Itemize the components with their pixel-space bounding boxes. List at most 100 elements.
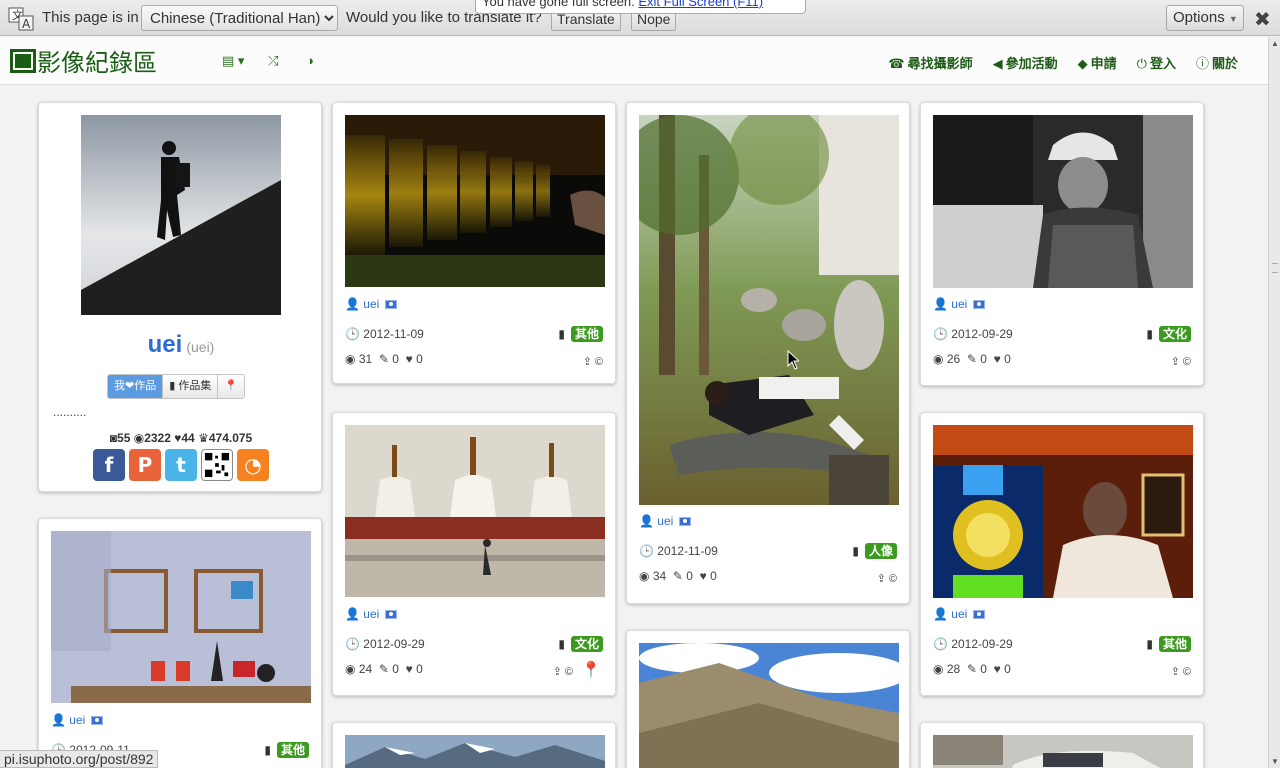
post-photo[interactable]	[345, 425, 605, 597]
qr-code-icon[interactable]	[201, 449, 233, 481]
post-photo[interactable]	[345, 735, 605, 768]
user-icon: 👤	[933, 607, 948, 621]
clock-icon: 🕒	[933, 636, 948, 651]
shuffle-icon[interactable]: ⤮	[268, 53, 278, 69]
post-photo[interactable]	[933, 425, 1193, 598]
post-photo[interactable]	[639, 643, 899, 768]
post-photo[interactable]	[933, 735, 1193, 768]
category-badge[interactable]: 文化	[1158, 326, 1191, 342]
bookmark-icon[interactable]: ▮	[558, 327, 565, 341]
rss-icon[interactable]: ◔	[237, 449, 269, 481]
eye-icon: ◉	[345, 352, 356, 366]
post-photo[interactable]	[345, 115, 605, 287]
heart-icon: ♥	[993, 352, 1001, 366]
profile-stats: ◙55 ◉2322 ♥44 ♛474.075	[109, 431, 253, 445]
post-author: 👤 uei	[639, 514, 692, 528]
facebook-icon[interactable]: f	[93, 449, 125, 481]
bookmark-icon[interactable]: ▮	[1146, 327, 1153, 341]
share-icon[interactable]: ⇪ ©	[553, 665, 573, 678]
post-date-row: 🕒 2012-09-29 ▮ 文化	[933, 325, 1191, 342]
post-card[interactable]: 👤 uei 🕒 2012-11-09 ▮ 其他 ◉ 31 ✎ 0 ♥ 0 ⇪ ©	[332, 102, 616, 384]
clock-icon: 🕒	[933, 326, 948, 341]
bookmark-icon[interactable]: ▮	[1146, 637, 1153, 651]
language-select[interactable]: Chinese (Traditional Han)	[141, 5, 338, 31]
share-icon[interactable]: ⇪ ©	[1171, 355, 1191, 368]
post-card[interactable]: 👤 uei 🕒 2012-09-29 ▮ 其他 ◉ 28 ✎ 0 ♥ 0 ⇪ ©	[920, 412, 1204, 696]
status-bar-url: pi.isuphoto.org/post/892	[0, 750, 159, 768]
category-badge[interactable]: 其他	[570, 326, 603, 342]
heart-icon: ♥	[993, 662, 1001, 676]
bookmark-icon[interactable]: ▮	[852, 544, 859, 558]
nav-join-event[interactable]: ◀ 參加活動	[993, 53, 1058, 72]
close-icon[interactable]: ✖	[1254, 7, 1271, 32]
tab-works[interactable]: 我❤作品	[108, 375, 164, 398]
book-icon: ▮	[169, 380, 179, 392]
social-links: f P t ◔	[93, 449, 269, 481]
category-badge[interactable]: 其他	[276, 742, 309, 758]
category-badge[interactable]: 文化	[570, 636, 603, 652]
user-icon: 👤	[51, 713, 66, 727]
avatar[interactable]	[81, 115, 281, 315]
map-pin-icon[interactable]: 📍	[581, 660, 601, 680]
category-badge[interactable]: 人像	[864, 543, 897, 559]
bookmark-icon[interactable]: ▮	[264, 743, 271, 757]
scroll-down-icon[interactable]: ▼	[1271, 757, 1279, 766]
camera-icon: ◙	[109, 431, 118, 445]
options-button[interactable]: Options ▼	[1166, 5, 1244, 31]
heart-icon: ♥	[405, 352, 413, 366]
film-menu-icon[interactable]: ▤ ▾	[222, 53, 244, 69]
camera-icon: ☎	[888, 57, 905, 72]
tab-albums[interactable]: ▮ 作品集	[163, 375, 219, 398]
post-card[interactable]: 👤 uei 🕒 2012-09-29 ▮ 文化 ◉ 24 ✎ 0 ♥ 0 ⇪ © …	[332, 412, 616, 696]
clock-icon: 🕒	[345, 326, 360, 341]
plurk-icon[interactable]: P	[129, 449, 161, 481]
bookmark-icon[interactable]: ▮	[558, 637, 565, 651]
exit-fullscreen-link[interactable]: Exit Full Screen (F11)	[638, 0, 763, 9]
post-photo[interactable]	[639, 115, 899, 505]
post-card[interactable]: 👤 uei 🕒 2012-09-11 ▮其他	[38, 518, 322, 768]
post-author: 👤 uei	[933, 297, 986, 311]
heart-icon: ♥	[405, 662, 413, 676]
nav-apply[interactable]: ◆ 申請	[1078, 53, 1117, 72]
eye-icon: ◉	[345, 662, 356, 676]
contrast-icon[interactable]: ◑	[306, 53, 314, 68]
post-stats: ◉ 26 ✎ 0 ♥ 0	[933, 352, 1011, 366]
logo-icon	[10, 48, 36, 73]
share-icon[interactable]: ⇪ ©	[877, 572, 897, 585]
eye-icon: ◉	[933, 662, 944, 676]
share-icon[interactable]: ⇪ ©	[1171, 665, 1191, 678]
flag-icon	[973, 300, 986, 309]
share-icon[interactable]: ⇪ ©	[583, 355, 603, 368]
category-badge[interactable]: 其他	[1158, 636, 1191, 652]
post-card[interactable]	[332, 722, 616, 768]
nav-about[interactable]: ⓘ 關於	[1196, 53, 1238, 72]
post-card[interactable]: 👤 uei 🕒 2012-11-09 ▮ 人像 ◉ 34 ✎ 0 ♥ 0 ⇪ ©	[626, 102, 910, 604]
twitter-icon[interactable]: t	[165, 449, 197, 481]
vertical-scrollbar[interactable]: ▲ ▼	[1268, 37, 1280, 768]
site-navbar: 影像紀錄區 ▤ ▾ ⤮ ◑ ☎ 尋找攝影師 ◀ 參加活動 ◆ 申請 ⏻ 登入 ⓘ 關於	[0, 37, 1268, 85]
page-language-label: This page is in	[42, 9, 139, 26]
megaphone-icon: ◀	[992, 57, 1003, 72]
post-photo[interactable]	[933, 115, 1193, 288]
profile-card: uei (uei) 我❤作品 ▮ 作品集 📍 .......... ◙55 ◉23…	[38, 102, 322, 492]
tab-map[interactable]: 📍	[218, 375, 245, 398]
brand-logo[interactable]: 影像紀錄區	[10, 43, 157, 78]
flag-icon	[973, 610, 986, 619]
post-card[interactable]: 👤 uei 🕒 2012-09-29 ▮ 文化 ◉ 26 ✎ 0 ♥ 0 ⇪ ©	[920, 102, 1204, 386]
power-icon: ⏻	[1136, 57, 1147, 72]
comment-icon: ✎	[378, 352, 389, 366]
post-photo[interactable]	[51, 531, 311, 703]
clock-icon: 🕒	[639, 543, 654, 558]
comment-icon: ✎	[672, 569, 683, 583]
eye-icon: ◉	[639, 569, 650, 583]
scroll-up-icon[interactable]: ▲	[1271, 39, 1279, 48]
nav-find-photographer[interactable]: ☎ 尋找攝影師	[888, 53, 972, 72]
flag-icon	[385, 610, 398, 619]
nav-login[interactable]: ⏻ 登入	[1137, 53, 1176, 72]
profile-bio: ..........	[53, 405, 87, 419]
comment-icon: ✎	[966, 662, 977, 676]
scroll-thumb[interactable]	[1272, 263, 1278, 273]
post-stats: ◉ 31 ✎ 0 ♥ 0	[345, 352, 423, 366]
post-card[interactable]	[920, 722, 1204, 768]
post-card[interactable]	[626, 630, 910, 768]
